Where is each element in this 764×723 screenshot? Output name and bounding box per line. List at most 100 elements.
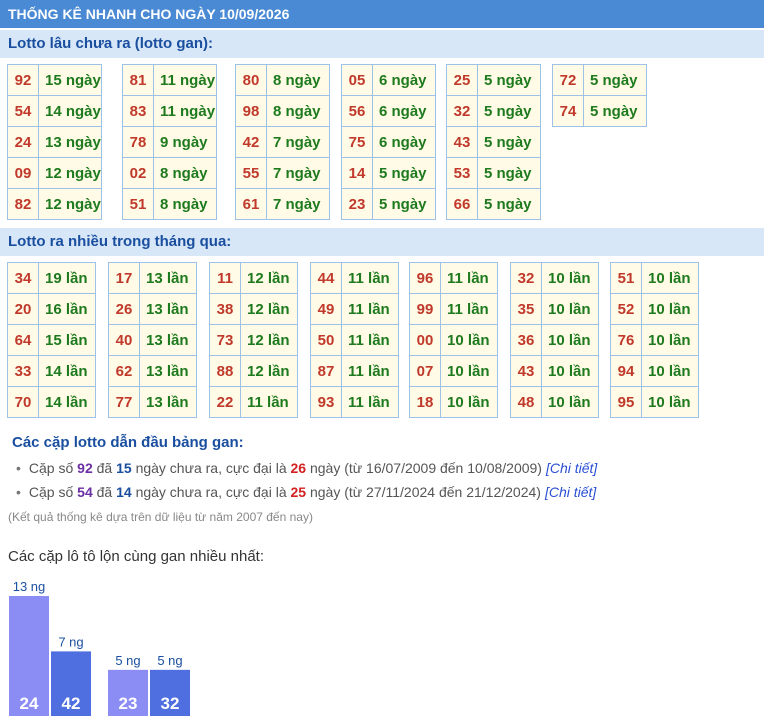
lotto-number: 82	[7, 188, 39, 220]
table-row: 64 15 lần	[7, 324, 96, 356]
table-row: 25 5 ngày	[446, 64, 541, 96]
lotto-count: 12 lần	[240, 355, 298, 387]
table-row: 34 19 lần	[7, 262, 96, 294]
lotto-count: 16 lần	[38, 293, 96, 325]
lotto-number: 51	[122, 188, 154, 220]
lotto-count: 11 lần	[341, 386, 399, 418]
table-row: 93 11 lần	[310, 386, 399, 418]
lotto-number: 17	[108, 262, 140, 294]
table-row: 98 8 ngày	[235, 95, 330, 127]
lotto-number: 20	[7, 293, 39, 325]
bar-category-label: 42	[62, 694, 81, 713]
lotto-count: 14 lần	[38, 355, 96, 387]
section-title-nhieu: Lotto ra nhiều trong tháng qua:	[0, 228, 764, 256]
lotto-count: 10 lần	[440, 324, 498, 356]
lotto-number: 09	[7, 157, 39, 189]
nhieu-group-1: 34 19 lần 20 16 lần 64 15 lần 33 14 lần 70 14 lần	[7, 262, 96, 418]
table-row: 80 8 ngày	[235, 64, 330, 96]
lotto-count: 11 lần	[341, 293, 399, 325]
nhieu-group-3: 11 12 lần 38 12 lần 73 12 lần 88 12 lần 22 11 lần	[209, 262, 298, 418]
nhieu-group-5: 96 11 lần 99 11 lần 00 10 lần 07 10 lần 18 10 lần	[409, 262, 498, 418]
lotto-count: 10 lần	[641, 262, 699, 294]
table-row: 94 10 lần	[610, 355, 699, 387]
table-row: 35 10 lần	[510, 293, 599, 325]
lotto-count: 12 ngày	[38, 157, 102, 189]
lotto-count: 5 ngày	[583, 64, 647, 96]
lotto-count: 5 ngày	[477, 95, 541, 127]
nhieu-group-2: 17 13 lần 26 13 lần 40 13 lần 62 13 lần 77 13 lần	[108, 262, 197, 418]
lotto-number: 26	[108, 293, 140, 325]
chart-title: Các cặp lô tô lộn cùng gan nhiều nhất:	[8, 548, 265, 565]
table-row: 51 8 ngày	[122, 188, 217, 220]
lotto-count: 7 ngày	[266, 188, 330, 220]
table-row: 50 11 lần	[310, 324, 399, 356]
table-row: 24 13 ngày	[7, 126, 102, 158]
detail-link[interactable]: [Chi tiết]	[546, 460, 597, 476]
lotto-number: 53	[446, 157, 478, 189]
pair-range: ngày (từ 16/07/2009 đến 10/08/2009)	[309, 460, 542, 476]
lotto-count: 5 ngày	[372, 188, 436, 220]
table-row: 51 10 lần	[610, 262, 699, 294]
table-row: 02 8 ngày	[122, 157, 217, 189]
lotto-count: 10 lần	[541, 324, 599, 356]
lotto-number: 72	[552, 64, 584, 96]
lotto-number: 34	[7, 262, 39, 294]
lotto-number: 49	[310, 293, 342, 325]
lotto-count: 10 lần	[541, 293, 599, 325]
table-row: 75 6 ngày	[341, 126, 436, 158]
lotto-count: 7 ngày	[266, 126, 330, 158]
lotto-count: 13 lần	[139, 262, 197, 294]
table-row: 42 7 ngày	[235, 126, 330, 158]
table-row: 88 12 lần	[209, 355, 298, 387]
lotto-count: 13 ngày	[38, 126, 102, 158]
table-row: 32 10 lần	[510, 262, 599, 294]
lotto-count: 12 lần	[240, 324, 298, 356]
lotto-count: 5 ngày	[372, 157, 436, 189]
lotto-number: 44	[310, 262, 342, 294]
lotto-count: 11 lần	[341, 355, 399, 387]
lotto-count: 10 lần	[440, 386, 498, 418]
lotto-number: 95	[610, 386, 642, 418]
lotto-number: 99	[409, 293, 441, 325]
lotto-number: 40	[108, 324, 140, 356]
lotto-count: 12 ngày	[38, 188, 102, 220]
lotto-count: 6 ngày	[372, 126, 436, 158]
table-row: 95 10 lần	[610, 386, 699, 418]
lotto-count: 5 ngày	[583, 95, 647, 127]
table-row: 73 12 lần	[209, 324, 298, 356]
lotto-number: 24	[7, 126, 39, 158]
lotto-count: 10 lần	[541, 386, 599, 418]
lotto-count: 8 ngày	[266, 95, 330, 127]
detail-link[interactable]: [Chi tiết]	[545, 484, 596, 500]
lotto-number: 78	[122, 126, 154, 158]
lotto-number: 32	[446, 95, 478, 127]
lotto-count: 13 lần	[139, 293, 197, 325]
table-row: 92 15 ngày	[7, 64, 102, 96]
bullet-icon: •	[16, 484, 21, 500]
lotto-count: 11 lần	[240, 386, 298, 418]
table-row: 87 11 lần	[310, 355, 399, 387]
lotto-count: 5 ngày	[477, 157, 541, 189]
lotto-count: 8 ngày	[266, 64, 330, 96]
lotto-count: 11 lần	[341, 262, 399, 294]
pair-text: ngày chưa ra, cực đại là	[135, 484, 287, 500]
lotto-number: 22	[209, 386, 241, 418]
table-row: 53 5 ngày	[446, 157, 541, 189]
lotto-number: 74	[552, 95, 584, 127]
pair-gan-chart: 13 ng 24 7 ng 42 5 ng 23 5 ng 32	[9, 579, 190, 716]
table-row: 52 10 lần	[610, 293, 699, 325]
lotto-count: 10 lần	[641, 355, 699, 387]
table-row: 43 5 ngày	[446, 126, 541, 158]
table-row: 17 13 lần	[108, 262, 197, 294]
pair-range: ngày (từ 27/11/2024 đến 21/12/2024)	[309, 484, 541, 500]
table-row: 61 7 ngày	[235, 188, 330, 220]
gan-group-5: 25 5 ngày 32 5 ngày 43 5 ngày 53 5 ngày 66 5 ngày	[446, 64, 541, 220]
table-row: 43 10 lần	[510, 355, 599, 387]
lotto-count: 10 lần	[641, 293, 699, 325]
lotto-number: 42	[235, 126, 267, 158]
gan-group-6: 72 5 ngày 74 5 ngày	[552, 64, 647, 127]
table-row: 00 10 lần	[409, 324, 498, 356]
lotto-count: 10 lần	[641, 324, 699, 356]
lotto-number: 23	[341, 188, 373, 220]
lotto-number: 56	[341, 95, 373, 127]
